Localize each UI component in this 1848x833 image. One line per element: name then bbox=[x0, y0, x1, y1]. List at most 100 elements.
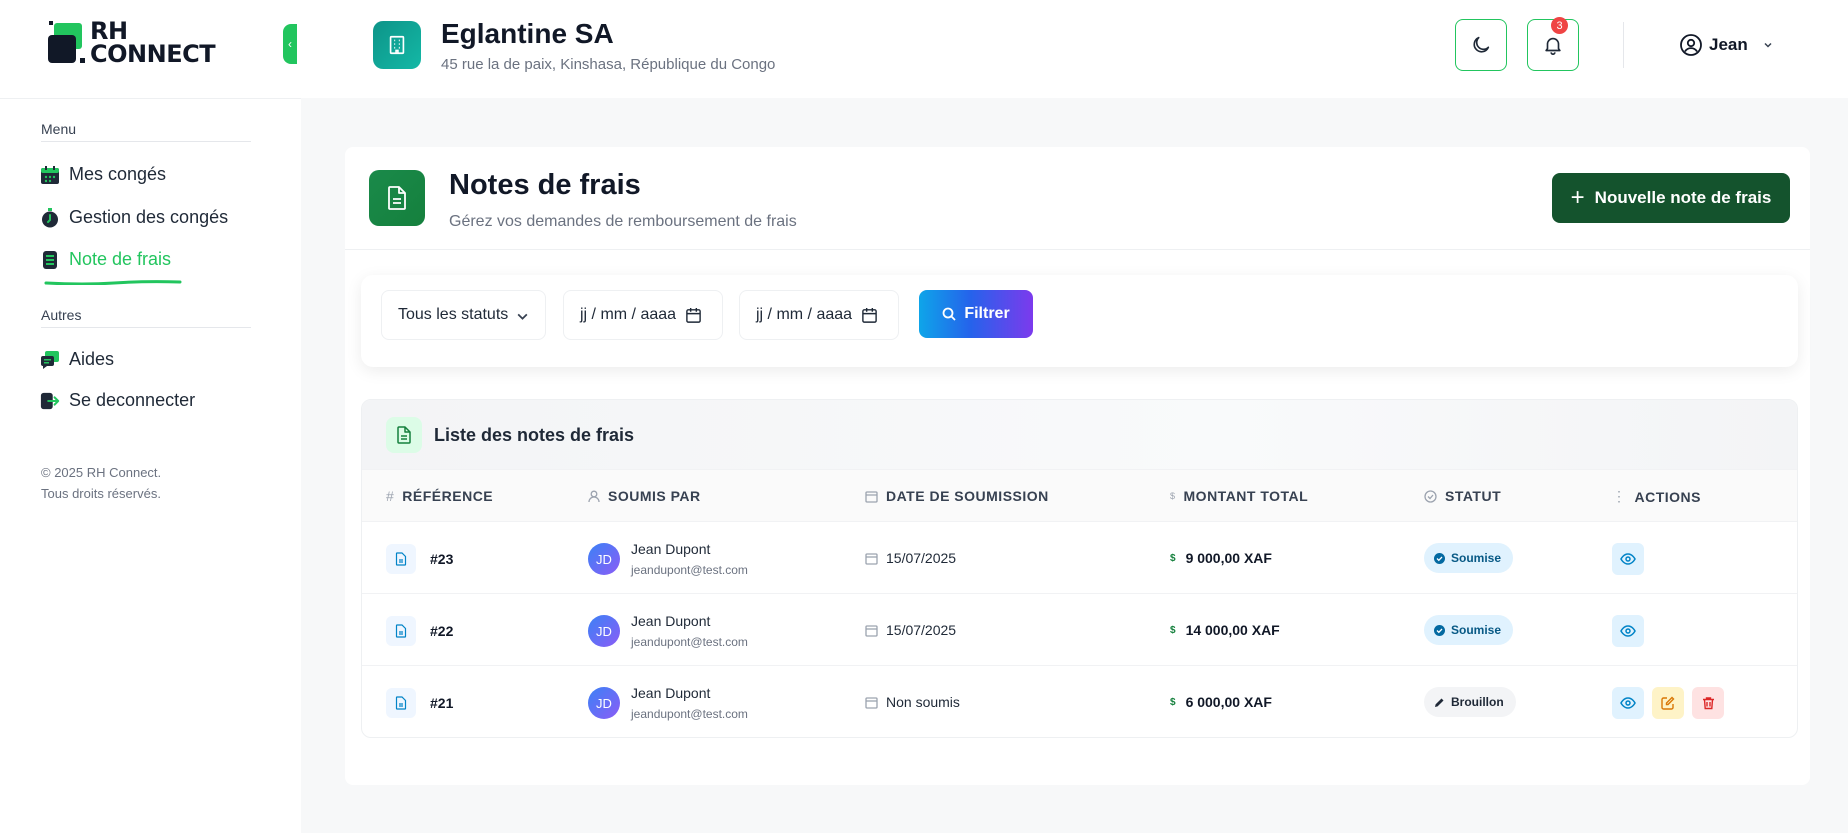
stopwatch-icon bbox=[40, 207, 60, 228]
date-to-value: jj / mm / aaaa bbox=[756, 306, 853, 323]
moon-icon bbox=[1473, 36, 1490, 53]
edit-button[interactable] bbox=[1652, 687, 1684, 719]
logo-text: RH CONNECT bbox=[90, 17, 216, 68]
avatar: JD bbox=[588, 543, 620, 575]
dark-mode-toggle[interactable] bbox=[1455, 19, 1507, 71]
document-icon bbox=[386, 417, 422, 453]
page-subtitle: Gérez vos demandes de remboursement de f… bbox=[449, 213, 797, 230]
date-to-input[interactable]: jj / mm / aaaa bbox=[739, 290, 899, 340]
menu-section-label: Menu bbox=[41, 121, 77, 137]
submitter-email: jeandupont@test.com bbox=[631, 707, 748, 721]
new-expense-button[interactable]: + Nouvelle note de frais bbox=[1552, 173, 1790, 223]
table-header: # RÉFÉRENCE SOUMIS PAR DATE DE SOUMISSION… bbox=[362, 469, 1797, 521]
submission-date: 15/07/2025 bbox=[865, 622, 956, 638]
company-name: Eglantine SA bbox=[441, 18, 614, 49]
filter-button[interactable]: Filtrer bbox=[919, 290, 1033, 338]
list-title: Liste des notes de frais bbox=[434, 425, 635, 445]
user-menu[interactable]: Jean bbox=[1679, 33, 1774, 57]
total-amount: $14 000,00 XAF bbox=[1170, 622, 1280, 638]
edit-icon bbox=[1661, 696, 1675, 710]
active-underline bbox=[44, 280, 182, 285]
chevron-down-icon bbox=[1764, 42, 1772, 48]
file-icon bbox=[386, 688, 416, 718]
status-badge: Soumise bbox=[1424, 543, 1514, 573]
reference: #21 bbox=[430, 695, 454, 711]
expense-reports-card: Notes de frais Gérez vos demandes de rem… bbox=[345, 147, 1810, 785]
delete-button[interactable] bbox=[1692, 687, 1724, 719]
status-select-value: Tous les statuts bbox=[398, 306, 509, 323]
total-amount: $9 000,00 XAF bbox=[1170, 550, 1272, 566]
dollar-icon: $ bbox=[1170, 491, 1176, 501]
sidebar-item-gestion-conges[interactable]: Gestion des congés bbox=[40, 207, 228, 228]
calendar-icon[interactable] bbox=[861, 307, 878, 324]
date-from-value: jj / mm / aaaa bbox=[580, 306, 677, 323]
logout-icon bbox=[40, 391, 60, 411]
bell-icon bbox=[1545, 37, 1561, 55]
user-circle-icon bbox=[1680, 34, 1702, 56]
view-button[interactable] bbox=[1612, 615, 1644, 647]
page-header: Notes de frais Gérez vos demandes de rem… bbox=[345, 147, 1810, 250]
calendar-icon[interactable] bbox=[685, 307, 702, 324]
chevron-down-icon bbox=[517, 313, 528, 320]
total-amount: $6 000,00 XAF bbox=[1170, 694, 1272, 710]
sidebar-item-note-de-frais[interactable]: Note de frais bbox=[40, 249, 171, 270]
file-icon bbox=[386, 544, 416, 574]
calendar-icon bbox=[865, 624, 878, 637]
table-row[interactable]: #23 JD Jean Dupont jeandupont@test.com 1… bbox=[362, 521, 1797, 593]
chat-icon bbox=[40, 350, 60, 370]
table-row[interactable]: #22 JD Jean Dupont jeandupont@test.com 1… bbox=[362, 593, 1797, 665]
user-icon bbox=[588, 490, 600, 503]
calendar-icon bbox=[865, 696, 878, 709]
building-icon bbox=[373, 21, 421, 69]
menu-rule bbox=[41, 141, 251, 142]
column-amount[interactable]: $ MONTANT TOTAL bbox=[1170, 488, 1308, 504]
eye-icon bbox=[1620, 697, 1636, 709]
status-select[interactable]: Tous les statuts bbox=[381, 290, 546, 340]
new-expense-label: Nouvelle note de frais bbox=[1594, 188, 1772, 207]
sidebar-item-label: Note de frais bbox=[69, 249, 172, 269]
column-reference[interactable]: # RÉFÉRENCE bbox=[386, 488, 493, 504]
check-circle-icon bbox=[1424, 489, 1437, 503]
check-circle-icon bbox=[1434, 552, 1445, 564]
sidebar-item-aides[interactable]: Aides bbox=[40, 349, 114, 370]
receipt-icon bbox=[40, 250, 60, 270]
submitter-email: jeandupont@test.com bbox=[631, 563, 748, 577]
chevron-left-icon: ‹ bbox=[288, 37, 292, 51]
pencil-icon bbox=[1434, 697, 1445, 708]
column-status[interactable]: STATUT bbox=[1424, 488, 1501, 504]
other-rule bbox=[41, 327, 251, 328]
view-button[interactable] bbox=[1612, 687, 1644, 719]
hash-icon: # bbox=[386, 488, 395, 504]
reference: #23 bbox=[430, 551, 454, 567]
list-header: Liste des notes de frais bbox=[362, 400, 1797, 469]
check-circle-icon bbox=[1434, 624, 1445, 636]
table-row[interactable]: #21 JD Jean Dupont jeandupont@test.com N… bbox=[362, 665, 1797, 737]
column-submitted-by[interactable]: SOUMIS PAR bbox=[588, 488, 701, 504]
column-date[interactable]: DATE DE SOUMISSION bbox=[865, 488, 1049, 504]
expense-list: Liste des notes de frais # RÉFÉRENCE SOUM… bbox=[361, 399, 1798, 738]
filter-bar: Tous les statuts jj / mm / aaaa jj / mm … bbox=[361, 275, 1798, 367]
avatar: JD bbox=[588, 687, 620, 719]
top-header: Eglantine SA 45 rue la de paix, Kinshasa… bbox=[301, 0, 1848, 98]
eye-icon bbox=[1620, 553, 1636, 565]
submission-date: Non soumis bbox=[865, 694, 960, 710]
dollar-icon: $ bbox=[1170, 696, 1176, 708]
eye-icon bbox=[1620, 625, 1636, 637]
sidebar-collapse-button[interactable]: ‹ bbox=[283, 24, 297, 64]
submission-date: 15/07/2025 bbox=[865, 550, 956, 566]
document-icon bbox=[369, 170, 425, 226]
sidebar-item-logout[interactable]: Se deconnecter bbox=[40, 390, 195, 411]
logo[interactable]: RH CONNECT bbox=[46, 17, 216, 68]
header-separator bbox=[1623, 22, 1624, 68]
sidebar-item-label: Mes congés bbox=[69, 164, 167, 184]
notifications-button[interactable]: 3 bbox=[1527, 17, 1579, 71]
sidebar-item-mes-conges[interactable]: Mes congés bbox=[40, 164, 166, 185]
view-button[interactable] bbox=[1612, 543, 1644, 575]
notification-badge: 3 bbox=[1551, 17, 1568, 34]
sidebar-divider bbox=[0, 98, 301, 99]
column-actions[interactable]: ⋮ ACTIONS bbox=[1612, 488, 1701, 505]
avatar: JD bbox=[588, 615, 620, 647]
filter-button-label: Filtrer bbox=[964, 305, 1010, 322]
status-badge: Soumise bbox=[1424, 615, 1514, 645]
date-from-input[interactable]: jj / mm / aaaa bbox=[563, 290, 723, 340]
